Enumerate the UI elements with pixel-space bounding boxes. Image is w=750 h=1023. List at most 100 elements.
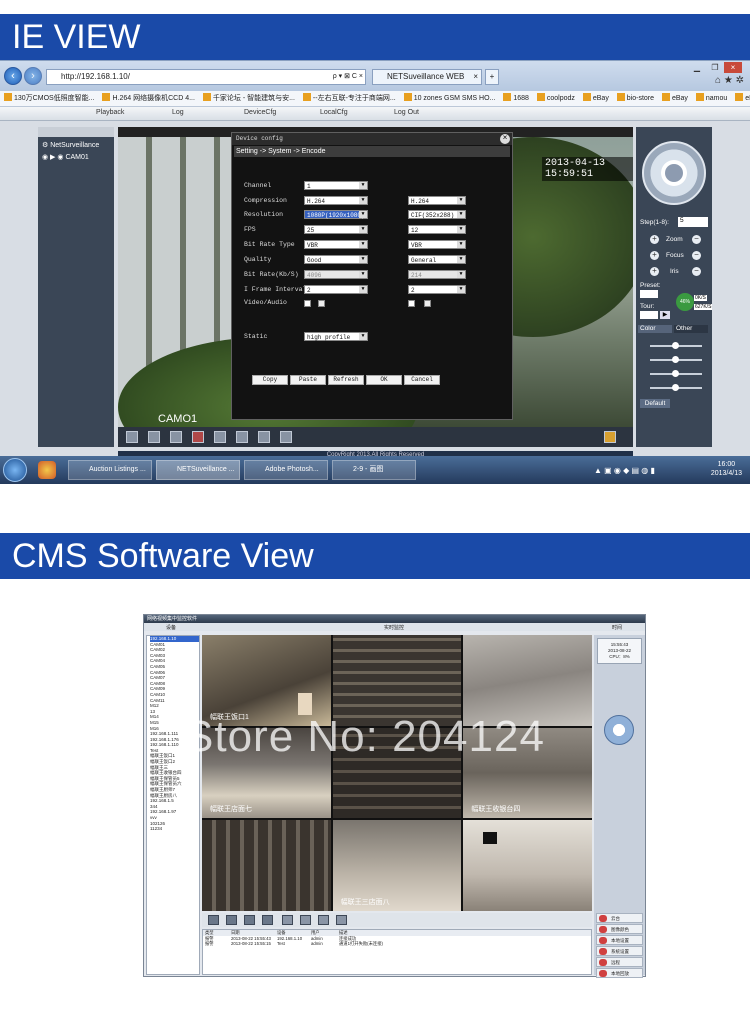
resolution-select[interactable]: 1080P(1920x1080) xyxy=(304,210,368,219)
hue-slider[interactable] xyxy=(650,384,702,391)
favorite-link[interactable]: 千家论坛 - 智能建筑与安... xyxy=(203,91,295,106)
audio-icon[interactable] xyxy=(214,431,226,443)
favorite-link[interactable]: 130万CMOS低照度智能... xyxy=(4,91,95,106)
playback-icon[interactable] xyxy=(236,431,248,443)
focus-out-icon[interactable]: − xyxy=(692,251,701,260)
extra-video-checkbox[interactable] xyxy=(408,300,415,307)
cms-menu-remote[interactable]: 远程 xyxy=(596,957,643,967)
layout-1-icon[interactable] xyxy=(208,915,219,925)
address-actions[interactable]: ρ ▾ ⊠ C × xyxy=(333,70,363,84)
favorite-link[interactable]: namou xyxy=(696,91,727,106)
extra-audio-checkbox[interactable] xyxy=(424,300,431,307)
ptz-center-icon[interactable] xyxy=(665,164,683,182)
menu-log[interactable]: Log xyxy=(172,109,184,116)
iframe-select[interactable]: 2 xyxy=(304,285,368,294)
tab-close-icon[interactable]: × xyxy=(473,70,478,84)
menu-devicecfg[interactable]: DeviceCfg xyxy=(244,109,276,116)
tray-icons[interactable]: ▲ ▣ ◉ ◆ ▤ ◍ ▮ xyxy=(594,466,655,475)
taskbar-item[interactable]: 2-9 - 画图 xyxy=(332,460,416,480)
layout-icon[interactable] xyxy=(318,915,329,925)
fullscreen-icon[interactable] xyxy=(126,431,138,443)
refresh-button[interactable]: Refresh xyxy=(328,375,364,385)
system-clock[interactable]: 16:00 2013/4/13 xyxy=(711,460,742,478)
tree-cam01[interactable]: ◉ ▶ ◉ CAM01 xyxy=(38,153,114,165)
taskbar-item[interactable]: Adobe Photosh... xyxy=(244,460,328,480)
maximize-icon[interactable]: ❐ xyxy=(706,62,724,73)
cms-menu-color[interactable]: 图像颜色 xyxy=(596,924,643,934)
extra-compression-select[interactable]: H.264 xyxy=(408,196,466,205)
fps-select[interactable]: 25 xyxy=(304,225,368,234)
iris-out-icon[interactable]: − xyxy=(692,267,701,276)
ptz-direction-pad[interactable] xyxy=(642,141,706,205)
cms-menu-playback[interactable]: 本地回放 xyxy=(596,968,643,978)
cms-tab-time[interactable]: 时间 xyxy=(612,624,622,631)
bitrate-type-select[interactable]: VBR xyxy=(304,240,368,249)
table-row[interactable]: 报警 2013-08-22 15:55:15 Test admin 通道1打开失… xyxy=(203,941,591,947)
menu-playback[interactable]: Playback xyxy=(96,109,124,116)
quality-select[interactable]: Good xyxy=(304,255,368,264)
bitrate-select[interactable]: 4096 xyxy=(304,270,368,279)
extra-bitrate-select[interactable]: 214 xyxy=(408,270,466,279)
compression-select[interactable]: H.264 xyxy=(304,196,368,205)
favorite-link[interactable]: H.264 网络摄像机CCD 4... xyxy=(102,91,194,106)
tab-color[interactable]: Color xyxy=(638,325,672,333)
focus-in-icon[interactable]: + xyxy=(650,251,659,260)
favorite-link[interactable]: --左右互联-专注于商端网... xyxy=(303,91,396,106)
static-select[interactable]: high profile xyxy=(304,332,368,341)
app-icon[interactable] xyxy=(38,461,56,479)
volume-icon[interactable] xyxy=(604,431,616,443)
cms-tab-device[interactable]: 设备 xyxy=(166,624,176,631)
taskbar-item[interactable]: NETSuveillance ... xyxy=(156,460,240,480)
layout-icon[interactable] xyxy=(148,431,160,443)
forward-button[interactable]: › xyxy=(24,67,42,85)
tour-play-icon[interactable]: ▶ xyxy=(660,311,670,319)
layout-16-icon[interactable] xyxy=(262,915,273,925)
cancel-button[interactable]: Cancel xyxy=(404,375,440,385)
close-video-icon[interactable] xyxy=(280,431,292,443)
cms-ptz-pad[interactable] xyxy=(604,715,634,745)
start-button[interactable] xyxy=(3,458,27,482)
layout-4-icon[interactable] xyxy=(226,915,237,925)
tab-netsurveillance[interactable]: NETSuveillance WEB × xyxy=(372,69,482,85)
cms-tree-item[interactable]: 11234 xyxy=(150,826,199,832)
tab-other[interactable]: Other xyxy=(674,325,708,333)
menu-localcfg[interactable]: LocalCfg xyxy=(320,109,348,116)
cms-menu-ptz[interactable]: 云台 xyxy=(596,913,643,923)
fullscreen-icon[interactable] xyxy=(336,915,347,925)
extra-resolution-select[interactable]: CIF(352x288) xyxy=(408,210,466,219)
favorite-link[interactable]: 1688 xyxy=(503,91,529,106)
cms-menu-local[interactable]: 本地设置 xyxy=(596,935,643,945)
step-select[interactable]: 5 xyxy=(678,217,708,227)
menu-logout[interactable]: Log Out xyxy=(394,109,419,116)
layout-9-icon[interactable] xyxy=(244,915,255,925)
home-favorites-icons[interactable]: ⌂ ★ ✲ xyxy=(715,75,744,86)
taskbar-item[interactable]: Auction Listings ... xyxy=(68,460,152,480)
cms-video-cell[interactable] xyxy=(463,820,592,911)
favorite-link[interactable]: eBay xyxy=(662,91,688,106)
favorite-link[interactable]: coolpodz xyxy=(537,91,575,106)
contrast-slider[interactable] xyxy=(650,356,702,363)
tree-root[interactable]: ⚙ NetSurveillance xyxy=(38,137,114,153)
new-tab-button[interactable]: + xyxy=(485,69,499,85)
saturation-slider[interactable] xyxy=(650,370,702,377)
back-button[interactable]: ‹ xyxy=(4,67,22,85)
close-icon[interactable]: × xyxy=(724,62,742,73)
extra-iframe-select[interactable]: 2 xyxy=(408,285,466,294)
iris-in-icon[interactable]: + xyxy=(650,267,659,276)
cms-tab-live[interactable]: 实时监控 xyxy=(384,624,404,631)
ok-button[interactable]: OK xyxy=(366,375,402,385)
brightness-slider[interactable] xyxy=(650,342,702,349)
extra-quality-select[interactable]: General xyxy=(408,255,466,264)
cms-video-cell[interactable]: 幅联王三店面八 xyxy=(332,820,462,911)
audio-checkbox[interactable] xyxy=(318,300,325,307)
default-button[interactable]: Default xyxy=(640,399,670,408)
cms-menu-system[interactable]: 系统设置 xyxy=(596,946,643,956)
layout-icon[interactable] xyxy=(282,915,293,925)
zoom-in-icon[interactable]: + xyxy=(650,235,659,244)
record-icon[interactable] xyxy=(192,431,204,443)
snapshot-icon[interactable] xyxy=(170,431,182,443)
copy-button[interactable]: Copy xyxy=(252,375,288,385)
zoom-out-icon[interactable]: − xyxy=(692,235,701,244)
favorite-link[interactable]: bio-store xyxy=(617,91,654,106)
tour-input[interactable] xyxy=(640,311,658,319)
